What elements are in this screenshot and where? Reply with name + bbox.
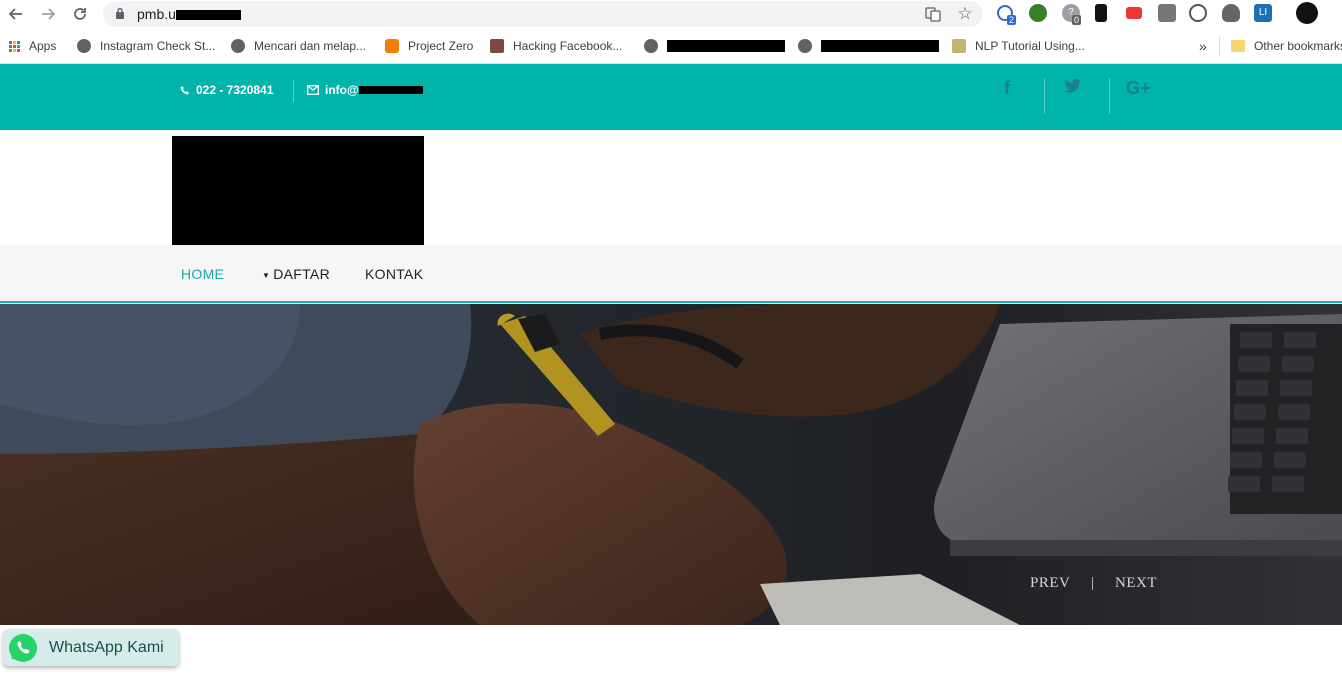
phone-number: 022 - 7320841 (196, 83, 274, 97)
extension-badge: 2 (1007, 15, 1017, 25)
bookmark-item[interactable]: NLP Tutorial Using... (952, 37, 1085, 55)
nav-home[interactable]: HOME (181, 266, 224, 282)
email-address: info@ (325, 83, 359, 97)
globe-icon (644, 39, 658, 53)
globe-icon (231, 39, 245, 53)
slider-next-button[interactable]: NEXT (1115, 575, 1157, 592)
redacted-bookmark (821, 40, 939, 52)
reload-icon[interactable] (68, 2, 92, 26)
redacted-url (175, 10, 241, 21)
more-bookmarks-chevron-icon[interactable]: » (1199, 37, 1207, 55)
phone-icon (180, 86, 189, 95)
email-contact[interactable]: info@ (307, 83, 423, 97)
globe-icon (798, 39, 812, 53)
extension-l-icon[interactable]: LI (1254, 4, 1272, 22)
slider-prev-button[interactable]: PREV (1030, 575, 1070, 592)
caret-down-icon: ▼ (262, 270, 271, 280)
header-logo-area (0, 130, 1342, 248)
social-divider (1044, 78, 1045, 114)
whatsapp-label: WhatsApp Kami (49, 638, 164, 656)
forward-arrow-icon[interactable] (36, 2, 60, 26)
nlp-icon (952, 39, 966, 53)
redacted-email (358, 86, 423, 94)
blogger-icon (385, 39, 399, 53)
bookmark-divider (1219, 36, 1220, 56)
nav-daftar[interactable]: ▼ DAFTAR (262, 266, 330, 282)
extension-badge: 0 (1072, 15, 1082, 25)
other-bookmarks[interactable]: Other bookmarks (1231, 37, 1342, 55)
bookmarks-bar: Apps Instagram Check St... Mencari dan m… (0, 28, 1342, 64)
star-icon[interactable]: ☆ (957, 5, 973, 22)
envelope-icon (307, 85, 319, 95)
facebook-icon[interactable]: f (1004, 78, 1010, 99)
contact-topbar: 022 - 7320841 info@ f G+ (0, 64, 1342, 130)
bookmark-apps[interactable]: Apps (9, 37, 56, 55)
extension-pdf-icon[interactable] (1126, 7, 1142, 19)
extension-grid-icon[interactable] (1158, 4, 1176, 22)
apps-grid-icon (9, 40, 20, 52)
url-text: pmb.u (137, 6, 241, 22)
twitter-icon[interactable] (1064, 78, 1082, 99)
bookmark-item[interactable]: Hacking Facebook... (490, 37, 622, 55)
slider-separator: | (1091, 575, 1095, 591)
hero-slider: PREV | NEXT (0, 304, 1342, 625)
translate-icon[interactable] (925, 6, 941, 22)
bookmark-item[interactable]: Mencari dan melap... (231, 37, 366, 55)
redacted-bookmark (667, 40, 785, 52)
globe-icon (77, 39, 91, 53)
extension-globe-icon[interactable] (1029, 4, 1047, 22)
bookmark-item[interactable]: Instagram Check St... (77, 37, 215, 55)
bookmark-item[interactable] (798, 37, 939, 55)
phone-contact[interactable]: 022 - 7320841 (180, 83, 273, 97)
extension-lock-icon[interactable] (1095, 4, 1107, 22)
topbar-divider (293, 80, 294, 102)
profile-avatar[interactable] (1296, 2, 1318, 24)
address-bar[interactable]: pmb.u ☆ (103, 1, 983, 27)
whatsapp-icon (9, 633, 37, 662)
extension-head-icon[interactable] (1222, 4, 1240, 22)
folder-icon (1231, 40, 1245, 52)
site-logo-redacted[interactable] (172, 136, 424, 248)
google-plus-icon[interactable]: G+ (1126, 78, 1151, 99)
lock-icon (116, 7, 124, 19)
bookmark-item[interactable]: Project Zero (385, 37, 473, 55)
main-navigation: HOME ▼ DAFTAR KONTAK (0, 245, 1342, 303)
bookmark-item[interactable] (644, 37, 785, 55)
nav-kontak[interactable]: KONTAK (365, 266, 423, 282)
back-arrow-icon[interactable] (4, 2, 28, 26)
extension-spiral-icon[interactable] (1189, 4, 1207, 22)
social-divider (1109, 78, 1110, 114)
avatar-icon (490, 39, 504, 53)
whatsapp-chat-button[interactable]: WhatsApp Kami (3, 629, 179, 666)
browser-toolbar: pmb.u ☆ 2 ? 0 LI (0, 0, 1342, 28)
